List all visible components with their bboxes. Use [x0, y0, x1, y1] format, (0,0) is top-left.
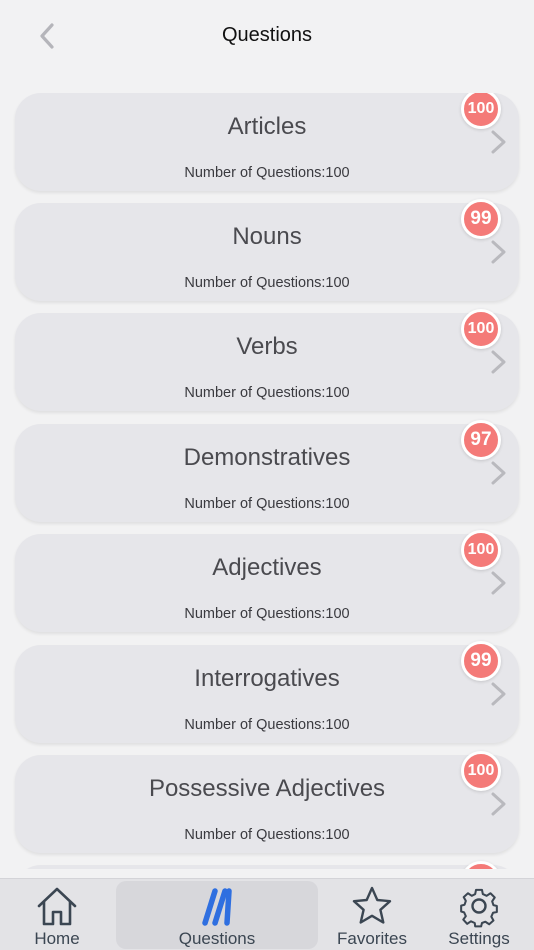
- star-icon: [352, 886, 392, 924]
- tab-favorites[interactable]: Favorites: [320, 879, 424, 950]
- count-badge: 99: [461, 199, 501, 239]
- chevron-right-icon: [491, 461, 506, 485]
- count-badge: 100: [461, 309, 501, 349]
- category-title: Verbs: [236, 333, 298, 360]
- chevron-right-icon: [491, 240, 506, 264]
- tab-label: Favorites: [337, 929, 407, 948]
- nav-header: Questions: [0, 0, 534, 72]
- count-badge: 100: [461, 751, 501, 791]
- tab-label: Home: [34, 929, 80, 948]
- count-badge: 99: [461, 641, 501, 681]
- category-card-verbs[interactable]: Verbs Number of Questions:100 100: [15, 309, 519, 411]
- question-count: Number of Questions:100: [184, 275, 350, 291]
- tab-questions[interactable]: Questions: [116, 879, 318, 950]
- category-title: Interrogatives: [194, 665, 340, 692]
- chevron-right-icon: [491, 130, 506, 154]
- category-card-demonstratives[interactable]: Demonstratives Number of Questions:100 9…: [15, 420, 519, 522]
- category-card-interrogatives[interactable]: Interrogatives Number of Questions:100 9…: [15, 641, 519, 743]
- category-card-partial[interactable]: [15, 861, 519, 869]
- questions-icon: [202, 888, 232, 926]
- question-count: Number of Questions:100: [184, 827, 350, 843]
- category-title: Nouns: [232, 223, 302, 250]
- category-title: Demonstratives: [183, 444, 351, 471]
- count-badge: 97: [461, 420, 501, 460]
- tab-settings[interactable]: Settings: [426, 879, 532, 950]
- home-icon: [37, 887, 77, 926]
- category-title: Adjectives: [212, 554, 322, 581]
- category-card-possessive-adjectives[interactable]: Possessive Adjectives Number of Question…: [15, 751, 519, 853]
- category-card-articles[interactable]: Articles Number of Questions:100 100: [15, 93, 519, 191]
- category-card-nouns[interactable]: Nouns Number of Questions:100 99: [15, 199, 519, 301]
- chevron-right-icon: [491, 792, 506, 816]
- category-card-adjectives[interactable]: Adjectives Number of Questions:100 100: [15, 530, 519, 632]
- count-badge: 100: [461, 530, 501, 570]
- gear-icon: [460, 888, 498, 928]
- count-badge: [461, 861, 501, 869]
- tab-label: Settings: [448, 929, 510, 948]
- question-count: Number of Questions:100: [184, 606, 350, 622]
- category-title: Possessive Adjectives: [148, 775, 386, 802]
- question-count: Number of Questions:100: [184, 717, 350, 733]
- chevron-right-icon: [491, 350, 506, 374]
- category-title: Articles: [227, 113, 307, 140]
- question-count: Number of Questions:100: [184, 496, 350, 512]
- chevron-right-icon: [491, 682, 506, 706]
- page-title: Questions: [221, 24, 313, 46]
- chevron-right-icon: [491, 571, 506, 595]
- question-count: Number of Questions:100: [184, 165, 350, 181]
- category-list[interactable]: Articles Number of Questions:100 100 Nou…: [0, 93, 534, 869]
- tab-bar: Home Questions Favorites Settings: [0, 878, 534, 950]
- tab-label: Questions: [178, 929, 256, 948]
- questions-screen: Questions Articles Number of Questions:1…: [0, 0, 534, 950]
- question-count: Number of Questions:100: [184, 385, 350, 401]
- tab-home[interactable]: Home: [0, 879, 114, 950]
